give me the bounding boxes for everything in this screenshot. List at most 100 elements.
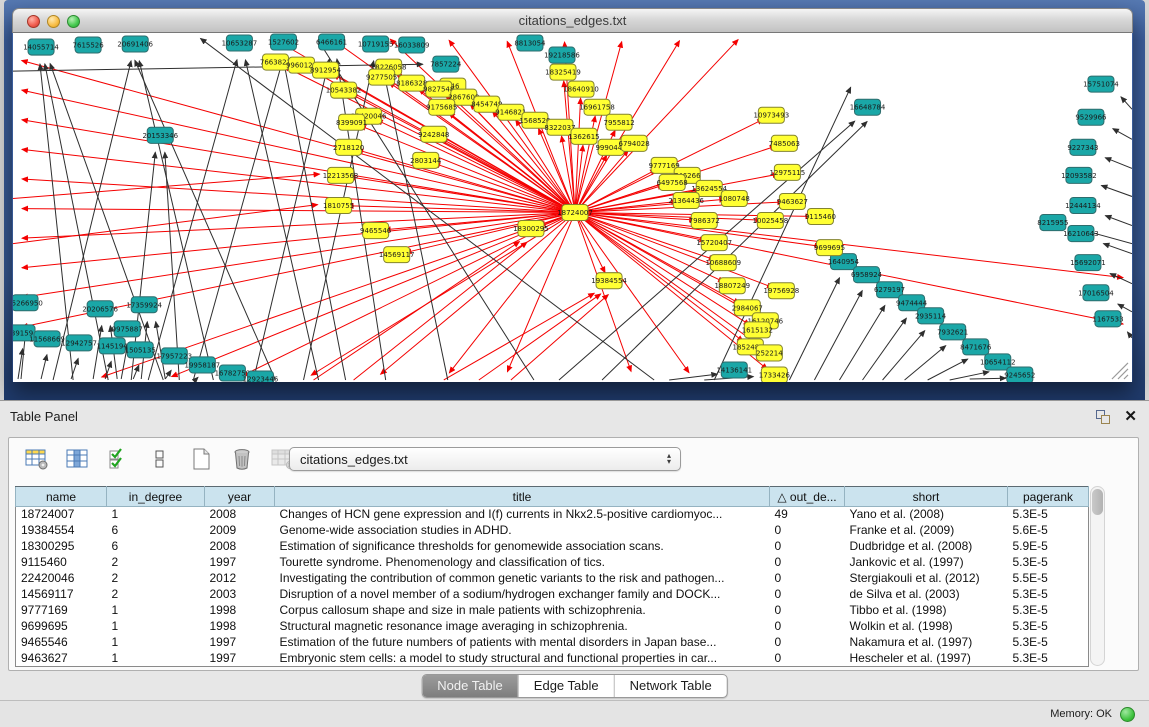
cell-year[interactable]: 1997 bbox=[205, 555, 275, 571]
graph-node[interactable]: 2718120 bbox=[333, 139, 364, 155]
cell-short[interactable]: de Silva et al. (2003) bbox=[845, 587, 1008, 603]
graph-node[interactable]: 9465546 bbox=[360, 223, 392, 239]
graph-node[interactable]: 7615526 bbox=[73, 37, 105, 53]
graph-edge[interactable] bbox=[337, 59, 386, 380]
graph-node[interactable]: 10543382 bbox=[326, 82, 362, 98]
graph-node[interactable]: 1733426 bbox=[759, 367, 791, 382]
graph-node[interactable]: 9975887 bbox=[112, 321, 143, 337]
graph-node[interactable]: 6958924 bbox=[851, 267, 883, 283]
graph-edge[interactable] bbox=[928, 359, 968, 380]
graph-node[interactable]: 15751074 bbox=[1083, 76, 1119, 92]
graph-edge[interactable] bbox=[883, 331, 925, 380]
graph-node[interactable]: 16033809 bbox=[394, 37, 430, 53]
cell-name[interactable]: 18724007 bbox=[16, 507, 107, 523]
graph-edge[interactable] bbox=[133, 365, 139, 379]
graph-edge[interactable] bbox=[970, 378, 1006, 379]
table-row[interactable]: 977716911998Corpus callosum shape and si… bbox=[16, 603, 1089, 619]
graph-node[interactable]: 2935114 bbox=[915, 308, 947, 324]
graph-edge[interactable] bbox=[449, 213, 575, 373]
graph-edge[interactable] bbox=[444, 293, 594, 380]
graph-node[interactable]: 7932621 bbox=[937, 324, 968, 340]
graph-edge[interactable] bbox=[1113, 129, 1132, 140]
graph-edge[interactable] bbox=[22, 149, 575, 212]
graph-node[interactable]: 14569117 bbox=[379, 247, 415, 263]
graph-node[interactable]: 12975115 bbox=[770, 164, 806, 180]
graph-node[interactable]: 19756928 bbox=[764, 283, 800, 299]
graph-node[interactable]: 10973493 bbox=[754, 107, 790, 123]
cell-pagerank[interactable]: 5.3E-5 bbox=[1008, 587, 1089, 603]
cell-out_degree[interactable]: 0 bbox=[770, 635, 845, 651]
cell-short[interactable]: Stergiakouli et al. (2012) bbox=[845, 571, 1008, 587]
graph-node[interactable]: 12942757 bbox=[61, 335, 97, 351]
select-columns-button[interactable] bbox=[105, 444, 133, 474]
cell-pagerank[interactable]: 5.9E-5 bbox=[1008, 539, 1089, 555]
cell-in_degree[interactable]: 6 bbox=[107, 523, 205, 539]
table-row[interactable]: 911546021997Tourette syndrome. Phenomeno… bbox=[16, 555, 1089, 571]
graph-edge[interactable] bbox=[1103, 244, 1132, 254]
cell-out_degree[interactable]: 0 bbox=[770, 603, 845, 619]
graph-edge[interactable] bbox=[1101, 185, 1132, 196]
graph-edge[interactable] bbox=[193, 59, 283, 380]
graph-node[interactable]: 2803144 bbox=[410, 152, 442, 168]
cell-short[interactable]: Wolkin et al. (1998) bbox=[845, 619, 1008, 635]
graph-node[interactable]: 10688609 bbox=[705, 255, 741, 271]
network-canvas[interactable]: 1405571476155262069140610653287152760264… bbox=[13, 33, 1132, 382]
table-vertical-scrollbar[interactable] bbox=[1090, 486, 1105, 666]
cell-title[interactable]: Embryonic stem cells: a model to study s… bbox=[275, 651, 770, 667]
graph-edge[interactable] bbox=[354, 242, 527, 380]
graph-edge[interactable] bbox=[575, 213, 689, 373]
cell-year[interactable]: 1997 bbox=[205, 651, 275, 667]
graph-node[interactable]: 8813054 bbox=[514, 35, 546, 51]
column-header-name[interactable]: name bbox=[16, 487, 107, 507]
graph-node[interactable]: 9115460 bbox=[805, 209, 836, 225]
graph-node[interactable]: 25266950 bbox=[13, 295, 43, 311]
tab-edge-table[interactable]: Edge Table bbox=[518, 675, 614, 697]
table-row[interactable]: 946554611997Estimation of the future num… bbox=[16, 635, 1089, 651]
cell-title[interactable]: Investigating the contribution of common… bbox=[275, 571, 770, 587]
graph-node[interactable]: 8399091 bbox=[336, 114, 367, 130]
graph-node[interactable]: 9175685 bbox=[426, 99, 457, 115]
graph-node[interactable]: 8471676 bbox=[960, 339, 992, 355]
graph-node[interactable]: 9699695 bbox=[814, 240, 845, 256]
column-header-title[interactable]: title bbox=[275, 487, 770, 507]
cell-name[interactable]: 9463627 bbox=[16, 651, 107, 667]
cell-pagerank[interactable]: 5.5E-5 bbox=[1008, 571, 1089, 587]
graph-node[interactable]: 6466161 bbox=[316, 34, 347, 50]
table-row[interactable]: 946362711997Embryonic stem cells: a mode… bbox=[16, 651, 1089, 667]
cell-title[interactable]: Corpus callosum shape and size in male p… bbox=[275, 603, 770, 619]
graph-node[interactable]: 10025458 bbox=[753, 213, 789, 229]
graph-node[interactable]: 10653287 bbox=[222, 35, 258, 51]
graph-edge[interactable] bbox=[479, 294, 601, 380]
graph-node[interactable]: 1505135 bbox=[125, 342, 156, 358]
cell-short[interactable]: Franke et al. (2009) bbox=[845, 523, 1008, 539]
column-header-out_degree[interactable]: △ out_de... bbox=[770, 487, 845, 507]
graph-node[interactable]: 7986372 bbox=[689, 213, 720, 229]
cell-short[interactable]: Tibbo et al. (1998) bbox=[845, 603, 1008, 619]
graph-edge[interactable] bbox=[165, 152, 179, 380]
graph-edge[interactable] bbox=[905, 346, 946, 380]
table-scrollbar-thumb[interactable] bbox=[1092, 489, 1103, 515]
cell-year[interactable]: 2008 bbox=[205, 539, 275, 555]
cell-name[interactable]: 14569117 bbox=[16, 587, 107, 603]
cell-name[interactable]: 9699695 bbox=[16, 619, 107, 635]
graph-edge[interactable] bbox=[1127, 332, 1132, 338]
graph-edge[interactable] bbox=[1105, 158, 1132, 169]
graph-node[interactable]: 18640910 bbox=[563, 81, 599, 97]
cell-name[interactable]: 22420046 bbox=[16, 571, 107, 587]
graph-node[interactable]: 12093582 bbox=[1061, 167, 1097, 183]
cell-short[interactable]: Dudbridge et al. (2008) bbox=[845, 539, 1008, 555]
graph-edge[interactable] bbox=[575, 150, 628, 212]
graph-node[interactable]: 12213563 bbox=[323, 167, 359, 183]
graph-edge[interactable] bbox=[41, 355, 47, 379]
cell-in_degree[interactable]: 1 bbox=[107, 603, 205, 619]
cell-out_degree[interactable]: 49 bbox=[770, 507, 845, 523]
graph-node[interactable]: 9242848 bbox=[418, 126, 449, 142]
graph-node[interactable]: 6794028 bbox=[619, 135, 650, 151]
cell-name[interactable]: 19384554 bbox=[16, 523, 107, 539]
graph-node[interactable]: 12444134 bbox=[1065, 197, 1101, 213]
cell-title[interactable]: Estimation of the future numbers of pati… bbox=[275, 635, 770, 651]
graph-edge[interactable] bbox=[314, 242, 520, 380]
graph-node[interactable]: 12923446 bbox=[243, 371, 279, 382]
cell-pagerank[interactable]: 5.3E-5 bbox=[1008, 619, 1089, 635]
graph-edge[interactable] bbox=[1118, 304, 1132, 312]
